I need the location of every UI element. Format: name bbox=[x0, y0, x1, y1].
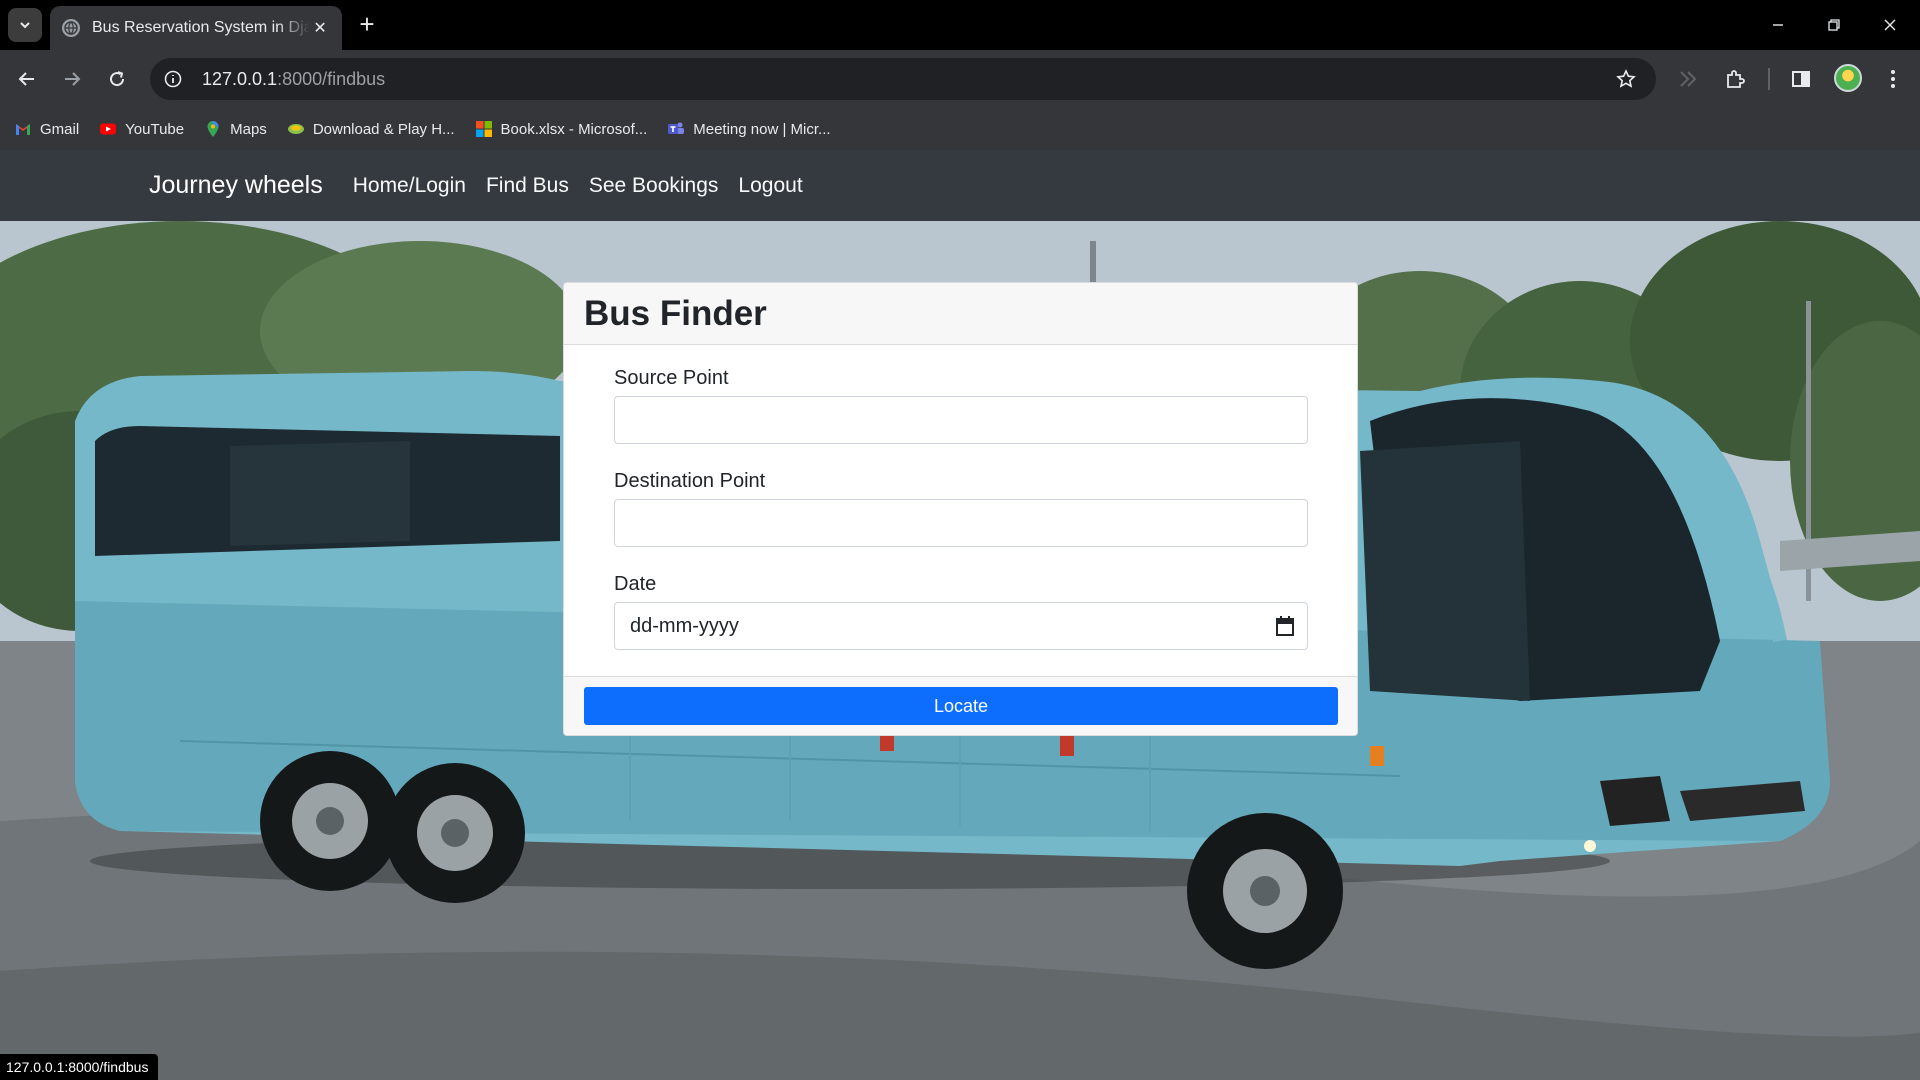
kebab-menu-icon[interactable] bbox=[1876, 62, 1910, 96]
tab-title: Bus Reservation System in Django bbox=[92, 19, 311, 36]
minimize-icon bbox=[1773, 24, 1783, 26]
tab-search-button[interactable] bbox=[8, 8, 42, 42]
destination-input[interactable] bbox=[614, 499, 1308, 547]
page-viewport: Journey wheels Home/Login Find Bus See B… bbox=[0, 150, 1920, 1080]
toolbar-separator bbox=[1768, 68, 1770, 90]
microsoft-icon bbox=[475, 121, 492, 137]
bookmark-book-xlsx[interactable]: Book.xlsx - Microsof... bbox=[475, 120, 648, 138]
back-button[interactable] bbox=[10, 62, 44, 96]
browser-tab-active[interactable]: Bus Reservation System in Django ✕ bbox=[50, 6, 342, 50]
bookmark-download-play[interactable]: Download & Play H... bbox=[287, 120, 455, 138]
chevron-down-icon bbox=[20, 22, 30, 29]
restore-icon bbox=[1828, 19, 1840, 31]
reload-button[interactable] bbox=[100, 62, 134, 96]
bookmark-label: Gmail bbox=[40, 120, 80, 138]
profile-avatar[interactable] bbox=[1834, 64, 1862, 92]
bookmark-label: Download & Play H... bbox=[312, 120, 455, 138]
nav-link-find-bus[interactable]: Find Bus bbox=[486, 174, 569, 198]
bookmark-maps[interactable]: Maps bbox=[204, 120, 267, 138]
new-tab-button[interactable]: + bbox=[352, 10, 382, 40]
close-tab-icon[interactable]: ✕ bbox=[310, 18, 330, 38]
media-forward-icon[interactable] bbox=[1672, 62, 1706, 96]
bookmark-star-icon[interactable] bbox=[1610, 63, 1642, 95]
card-body: Source Point Destination Point Date dd-m… bbox=[564, 345, 1357, 675]
bookmark-gmail[interactable]: Gmail bbox=[14, 120, 79, 138]
destination-label: Destination Point bbox=[614, 470, 766, 492]
site-brand[interactable]: Journey wheels bbox=[149, 171, 323, 200]
card-footer: Locate bbox=[564, 676, 1357, 735]
game-icon bbox=[287, 124, 304, 134]
bookmark-youtube[interactable]: YouTube bbox=[99, 120, 184, 138]
arrow-right-icon bbox=[65, 72, 81, 86]
source-label: Source Point bbox=[614, 367, 729, 389]
date-label: Date bbox=[614, 573, 657, 595]
bookmarks-bar: Gmail YouTube Maps Download & Play H... … bbox=[0, 108, 1920, 150]
restore-button[interactable] bbox=[1814, 8, 1854, 42]
nav-link-home-login[interactable]: Home/Login bbox=[353, 174, 466, 198]
address-bar[interactable]: 127.0.0.1:8000/findbus bbox=[150, 58, 1656, 100]
teams-icon bbox=[668, 122, 685, 134]
close-icon bbox=[1884, 19, 1896, 31]
locate-button[interactable]: Locate bbox=[584, 687, 1338, 725]
globe-icon bbox=[62, 19, 80, 37]
bookmark-label: Maps bbox=[230, 120, 267, 138]
nav-link-logout[interactable]: Logout bbox=[738, 174, 802, 198]
card-header: Bus Finder bbox=[564, 283, 1357, 345]
reload-icon bbox=[110, 71, 125, 87]
nav-link-see-bookings[interactable]: See Bookings bbox=[589, 174, 719, 198]
calendar-icon[interactable] bbox=[1275, 615, 1295, 637]
status-url-bubble: 127.0.0.1:8000/findbus bbox=[0, 1054, 159, 1080]
url-host: 127.0.0.1 bbox=[202, 68, 278, 89]
forward-button[interactable] bbox=[55, 62, 89, 96]
bus-finder-card: Bus Finder Source Point Destination Poin… bbox=[563, 282, 1358, 736]
browser-toolbar: 127.0.0.1:8000/findbus bbox=[0, 50, 1920, 108]
browser-tab-strip: Bus Reservation System in Django ✕ + bbox=[0, 0, 1920, 50]
minimize-button[interactable] bbox=[1758, 8, 1798, 42]
url-path: :8000/findbus bbox=[277, 68, 386, 89]
site-navbar: Journey wheels Home/Login Find Bus See B… bbox=[0, 150, 1920, 221]
source-input[interactable] bbox=[614, 396, 1308, 444]
bookmark-label: Meeting now | Micr... bbox=[693, 120, 831, 138]
date-placeholder: dd-mm-yyyy bbox=[630, 614, 739, 637]
side-panel-icon[interactable] bbox=[1784, 62, 1818, 96]
extensions-puzzle-icon[interactable] bbox=[1718, 62, 1752, 96]
gmail-icon bbox=[16, 124, 30, 135]
date-input[interactable]: dd-mm-yyyy bbox=[614, 602, 1308, 650]
maps-icon bbox=[207, 121, 219, 137]
arrow-left-icon bbox=[18, 72, 34, 86]
form-title: Bus Finder bbox=[584, 293, 767, 333]
youtube-icon bbox=[100, 123, 117, 135]
background-bus-image: Bus Finder Source Point Destination Poin… bbox=[0, 221, 1920, 1080]
bookmark-label: YouTube bbox=[125, 120, 185, 138]
site-info-icon[interactable] bbox=[156, 62, 190, 96]
bookmark-label: Book.xlsx - Microsof... bbox=[500, 120, 648, 138]
bookmark-meeting-now[interactable]: Meeting now | Micr... bbox=[667, 120, 831, 138]
close-window-button[interactable] bbox=[1870, 8, 1910, 42]
